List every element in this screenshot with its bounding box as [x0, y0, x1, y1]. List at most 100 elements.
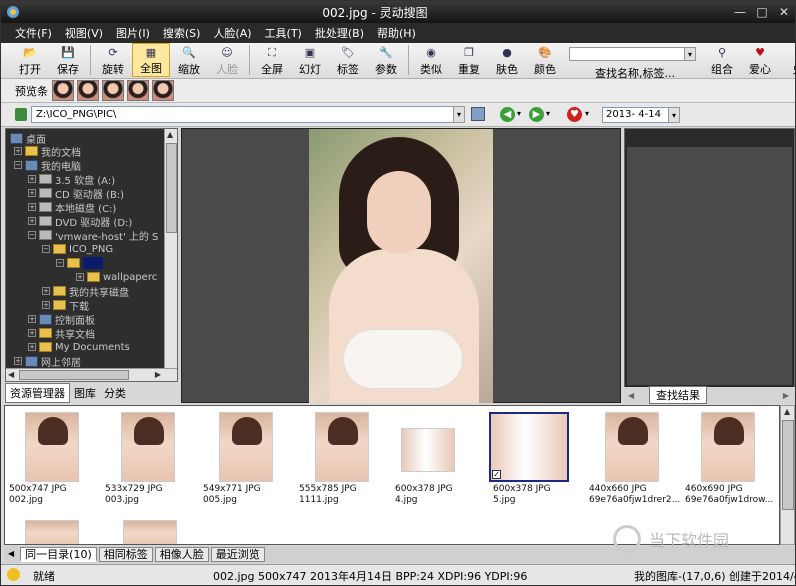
tree-node[interactable]: + My Documents: [28, 340, 130, 354]
date-dropdown-button[interactable]: ▾: [668, 107, 680, 123]
expand-icon[interactable]: +: [28, 189, 36, 197]
thumbnail-image[interactable]: [701, 412, 755, 482]
expand-icon[interactable]: +: [28, 203, 36, 211]
tab-bottom-0[interactable]: 同一目录(10): [20, 547, 97, 562]
thumbnail-scroll-thumb[interactable]: [782, 420, 794, 510]
image-viewer[interactable]: [181, 128, 621, 403]
menu-item-3[interactable]: 搜索(S): [163, 25, 201, 41]
menu-item-2[interactable]: 图片(I): [116, 25, 150, 41]
expand-icon[interactable]: +: [28, 329, 36, 337]
menu-item-7[interactable]: 帮助(H): [377, 25, 416, 41]
thumbnail-item[interactable]: 500x747 JPG 002.jpg: [5, 406, 97, 526]
menu-item-1[interactable]: 视图(V): [65, 25, 103, 41]
tab-bottom-3[interactable]: 最近浏览: [210, 547, 265, 562]
thumbnail-image[interactable]: [315, 412, 369, 482]
toolbar-face-button[interactable]: ☺ 人脸: [208, 43, 246, 77]
address-input[interactable]: Z:\ICO_PNG\PIC\: [31, 106, 465, 123]
forward-icon[interactable]: ▶: [529, 107, 544, 122]
menu-item-6[interactable]: 批处理(B): [315, 25, 364, 41]
tree-node[interactable]: + 网上邻居: [14, 354, 81, 369]
bottom-tab-scroll-left-icon[interactable]: ◀: [4, 547, 18, 562]
tree-scroll-thumb[interactable]: [166, 143, 177, 233]
preview-thumbnail[interactable]: [127, 80, 149, 101]
search-dropdown-button[interactable]: ▾: [684, 47, 696, 61]
minimize-button[interactable]: —: [729, 3, 751, 21]
thumbnail-image[interactable]: [219, 412, 273, 482]
toolbar-color-button[interactable]: 🎨 颜色: [526, 43, 564, 77]
date-field[interactable]: 2013- 4-14: [602, 107, 670, 123]
preview-thumbnail[interactable]: [152, 80, 174, 101]
toolbar-zoom-button[interactable]: 🔍 缩放: [170, 43, 208, 77]
tree-node[interactable]: + 下载: [42, 298, 89, 313]
tab-left-2[interactable]: 分类: [100, 384, 130, 402]
tree-node[interactable]: + 我的共享磁盘: [42, 284, 129, 299]
restore-button[interactable]: □: [751, 3, 773, 21]
tree-horizontal-scrollbar[interactable]: ◀ ▶: [6, 368, 177, 381]
thumbnail-image[interactable]: [25, 412, 79, 482]
thumbnail-image[interactable]: [401, 428, 455, 472]
thumb-scroll-up-icon[interactable]: ▲: [784, 407, 790, 416]
thumbnail-checkbox[interactable]: ✓: [492, 470, 501, 479]
tree-hscroll-thumb[interactable]: [19, 370, 129, 380]
expand-icon[interactable]: +: [28, 343, 36, 351]
preview-thumbnail[interactable]: [102, 80, 124, 101]
thumbnail-image[interactable]: ✓: [489, 412, 569, 482]
thumbnail-image[interactable]: [121, 412, 175, 482]
tree-node[interactable]: + 控制面板: [28, 312, 95, 327]
tab-left-1[interactable]: 图库: [70, 384, 100, 402]
tree-vertical-scrollbar[interactable]: ▲: [164, 129, 177, 369]
tree-node[interactable]: + DVD 驱动器 (D:): [28, 214, 132, 229]
tree-node[interactable]: + CD 驱动器 (B:): [28, 186, 124, 201]
collapse-icon[interactable]: −: [42, 245, 50, 253]
thumbnail-item[interactable]: 600x378 JPG 4.jpg: [391, 406, 483, 526]
tab-left-0[interactable]: 资源管理器: [5, 383, 70, 403]
back-dropdown-icon[interactable]: ▾: [517, 109, 521, 118]
toolbar-rotate-button[interactable]: ⟳ 旋转: [94, 43, 132, 77]
expand-icon[interactable]: +: [28, 315, 36, 323]
toolbar-slideshow-button[interactable]: ▣ 幻灯: [291, 43, 329, 77]
collapse-icon[interactable]: −: [28, 231, 36, 239]
menu-item-5[interactable]: 工具(T): [265, 25, 302, 41]
tree-node[interactable]: + 我的文档: [14, 144, 81, 159]
thumbnail-image[interactable]: [605, 412, 659, 482]
preview-thumbnail[interactable]: [52, 80, 74, 101]
tree-node[interactable]: − 我的电脑: [14, 158, 81, 173]
toolbar-params-button[interactable]: 🔧 参数: [367, 43, 405, 77]
toolbar-favorite-button[interactable]: ♥ 爱心: [741, 43, 779, 77]
toolbar-fit-button[interactable]: ▦ 全图: [132, 43, 170, 77]
expand-icon[interactable]: +: [14, 147, 22, 155]
toolbar-more-button[interactable]: »兑: [779, 43, 796, 77]
heart-dropdown-icon[interactable]: ▾: [585, 109, 589, 118]
thumbnail-item[interactable]: 440x660 JPG 69e76a0fjw1drer2...: [585, 406, 680, 526]
expand-icon[interactable]: +: [28, 217, 36, 225]
tab-bottom-1[interactable]: 相同标签: [98, 547, 153, 562]
save-path-icon[interactable]: [471, 107, 485, 121]
toolbar-open-button[interactable]: 📂 打开: [11, 43, 49, 77]
tab-search-results[interactable]: 查找结果: [649, 386, 707, 404]
scroll-right-icon[interactable]: ▶: [155, 370, 161, 379]
tree-node[interactable]: −: [56, 256, 103, 270]
expand-icon[interactable]: +: [42, 301, 50, 309]
thumbnail-item[interactable]: 460x690 JPG 69e76a0fjw1drow...: [681, 406, 773, 526]
heart-filter-icon[interactable]: ♥: [567, 107, 582, 122]
expand-icon[interactable]: +: [76, 273, 84, 281]
collapse-icon[interactable]: −: [56, 259, 64, 267]
tree-node[interactable]: + wallpaperc: [76, 270, 157, 284]
toolbar-duplicate-button[interactable]: ❐ 重复: [450, 43, 488, 77]
tree-node[interactable]: − ICO_PNG: [42, 242, 113, 256]
toolbar-tag-button[interactable]: 🏷 标签: [329, 43, 367, 77]
toolbar-skin-button[interactable]: ● 肤色: [488, 43, 526, 77]
toolbar-combine-button[interactable]: ⚲ 组合: [703, 43, 741, 77]
menu-item-4[interactable]: 人脸(A): [213, 25, 251, 41]
menu-item-0[interactable]: 文件(F): [15, 25, 52, 41]
tab-scroll-right-icon[interactable]: ▶: [783, 391, 789, 400]
thumbnail-item[interactable]: 549x771 JPG 005.jpg: [199, 406, 291, 526]
scroll-up-icon[interactable]: ▲: [167, 130, 173, 139]
toolbar-fullscreen-button[interactable]: ⛶ 全屏: [253, 43, 291, 77]
thumbnail-image[interactable]: [25, 520, 79, 544]
preview-thumbnail[interactable]: [77, 80, 99, 101]
toolbar-save-button[interactable]: 💾 保存: [49, 43, 87, 77]
collapse-icon[interactable]: −: [14, 161, 22, 169]
tree-node[interactable]: + 本地磁盘 (C:): [28, 200, 116, 215]
tree-node[interactable]: − 'vmware-host' 上的 S: [28, 228, 158, 243]
